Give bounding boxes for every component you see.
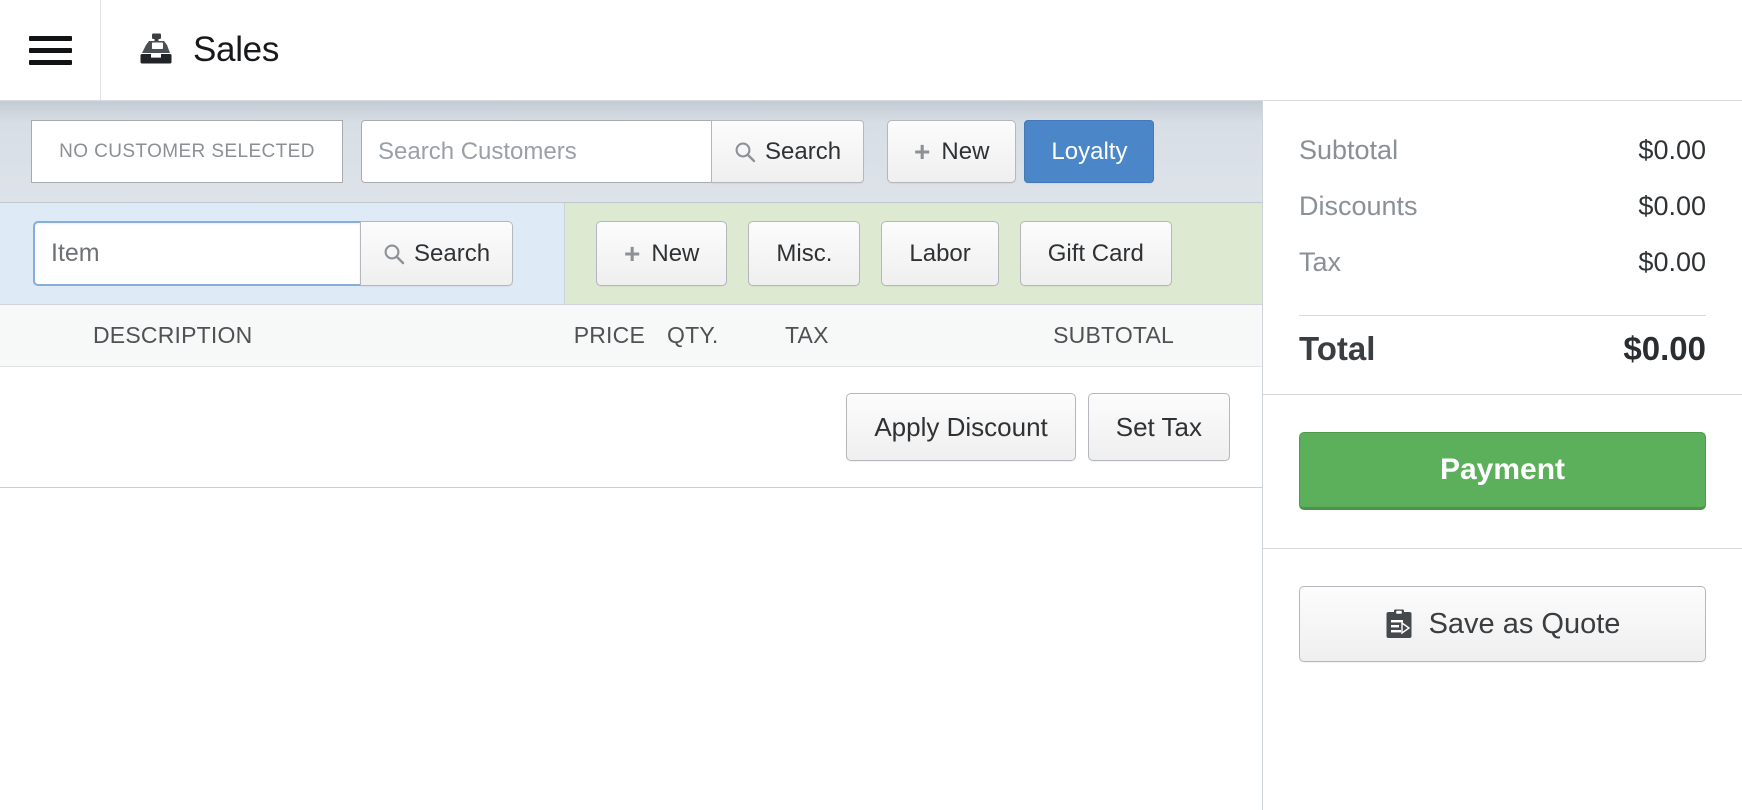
body: NO CUSTOMER SELECTED Search Customers Se…	[0, 101, 1742, 810]
gift-card-button-label: Gift Card	[1047, 239, 1144, 267]
total-value: $0.00	[1623, 330, 1706, 367]
set-tax-button-label: Set Tax	[1115, 411, 1202, 442]
summary-pane: Subtotal $0.00 Discounts $0.00 Tax $0.00…	[1263, 101, 1742, 810]
magnifier-icon	[734, 141, 756, 163]
customer-search-group: Search	[361, 120, 865, 183]
summary-row-total: Total $0.00	[1299, 330, 1706, 394]
totals-block: Subtotal $0.00 Discounts $0.00 Tax $0.00…	[1263, 101, 1742, 394]
tax-label: Tax	[1299, 247, 1342, 277]
customer-search-button[interactable]: Search	[711, 120, 865, 183]
discounts-label: Discounts	[1299, 191, 1418, 221]
summary-row-discounts: Discounts $0.00	[1299, 191, 1706, 247]
new-item-button[interactable]: + New	[596, 221, 728, 286]
subtotal-label: Subtotal	[1299, 135, 1399, 165]
cart-empty-area	[0, 488, 1262, 810]
apply-discount-button[interactable]: Apply Discount	[846, 393, 1076, 461]
column-header-price: PRICE	[573, 322, 645, 348]
gift-card-button[interactable]: Gift Card	[1019, 221, 1172, 286]
misc-item-button-label: Misc.	[776, 239, 833, 267]
customer-bar: NO CUSTOMER SELECTED Search Customers Se…	[0, 101, 1262, 203]
top-bar: Sales	[0, 0, 1742, 101]
labor-item-button[interactable]: Labor	[881, 221, 999, 286]
hamburger-menu-button[interactable]	[0, 0, 101, 100]
subtotal-value: $0.00	[1638, 135, 1706, 165]
column-header-description: DESCRIPTION	[93, 322, 253, 348]
cart-table-header: DESCRIPTION PRICE QTY. TAX SUBTOTAL	[0, 305, 1262, 367]
loyalty-button[interactable]: Loyalty	[1024, 120, 1155, 183]
summary-row-tax: Tax $0.00	[1299, 247, 1706, 303]
item-entry-bar: Search + New Misc. Labor Gift Car	[0, 203, 1262, 305]
save-as-quote-button[interactable]: Save as Quote	[1299, 586, 1706, 662]
item-search-button[interactable]: Search	[360, 221, 514, 286]
item-search-input[interactable]	[33, 221, 360, 286]
plus-icon: +	[624, 237, 641, 269]
payment-block: Payment	[1263, 395, 1742, 548]
quick-add-zone: + New Misc. Labor Gift Card	[565, 203, 1262, 304]
quote-block: Save as Quote	[1263, 549, 1742, 662]
loyalty-button-label: Loyalty	[1051, 137, 1128, 165]
customer-search-button-label: Search	[765, 137, 842, 165]
clipboard-icon	[1385, 609, 1413, 639]
labor-item-button-label: Labor	[909, 239, 971, 267]
cash-register-icon	[138, 33, 174, 67]
summary-row-subtotal: Subtotal $0.00	[1299, 135, 1706, 191]
new-customer-button[interactable]: + New	[887, 120, 1017, 183]
pos-app: Sales NO CUSTOMER SELECTED Search Custom…	[0, 0, 1742, 810]
page-title: Sales	[193, 30, 280, 69]
page-title-group: Sales	[101, 0, 279, 100]
apply-discount-button-label: Apply Discount	[874, 411, 1048, 442]
selected-customer-display[interactable]: NO CUSTOMER SELECTED	[31, 120, 343, 183]
payment-button[interactable]: Payment	[1299, 432, 1706, 510]
order-pane: NO CUSTOMER SELECTED Search Customers Se…	[0, 101, 1263, 810]
total-label: Total	[1299, 330, 1376, 367]
column-header-tax: TAX	[785, 322, 829, 348]
plus-icon: +	[914, 135, 931, 167]
item-search-zone: Search	[0, 203, 565, 304]
set-tax-button[interactable]: Set Tax	[1087, 393, 1230, 461]
customer-search-input[interactable]	[361, 120, 711, 183]
payment-button-label: Payment	[1439, 453, 1566, 486]
new-item-button-label: New	[651, 239, 700, 267]
column-header-qty: QTY.	[667, 322, 719, 348]
column-header-subtotal: SUBTOTAL	[1053, 322, 1174, 348]
magnifier-icon	[383, 243, 405, 265]
discounts-value: $0.00	[1638, 191, 1706, 221]
misc-item-button[interactable]: Misc.	[748, 221, 861, 286]
save-as-quote-button-label: Save as Quote	[1428, 607, 1621, 640]
totals-divider	[1299, 315, 1706, 316]
hamburger-menu-icon	[28, 35, 72, 65]
cart-items-region: Apply Discount Set Tax	[0, 367, 1262, 488]
item-search-button-label: Search	[414, 239, 491, 267]
new-customer-button-label: New	[941, 137, 990, 165]
tax-value: $0.00	[1638, 247, 1706, 277]
